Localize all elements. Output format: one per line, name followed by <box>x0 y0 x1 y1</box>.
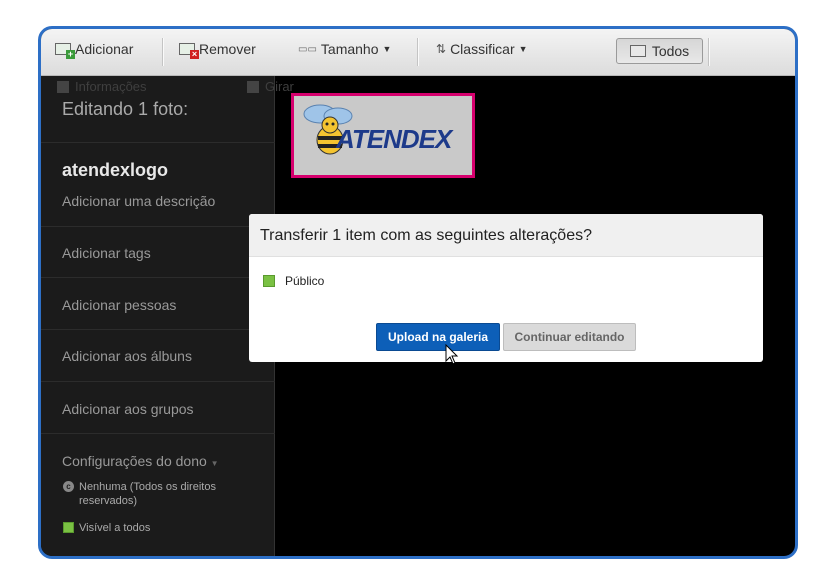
sort-label: Classificar <box>450 41 515 57</box>
info-icon <box>57 80 69 93</box>
remove-button[interactable]: × Remover <box>179 41 256 59</box>
info-button[interactable]: Informações <box>57 79 147 94</box>
chevron-down-icon: ▼ <box>518 44 528 54</box>
add-albums-link[interactable]: Adicionar aos álbuns <box>62 348 192 364</box>
add-description-link[interactable]: Adicionar uma descrição <box>62 193 215 209</box>
visibility-icon <box>63 522 74 533</box>
divider <box>41 226 275 227</box>
editing-title: Editando 1 foto: <box>62 99 189 119</box>
remove-button-label: Remover <box>199 41 256 57</box>
size-label: Tamanho <box>320 41 379 57</box>
continue-editing-button[interactable]: Continuar editando <box>503 323 636 351</box>
add-people-link[interactable]: Adicionar pessoas <box>62 297 176 313</box>
divider <box>41 277 275 278</box>
info-label: Informações <box>75 79 147 94</box>
license-line-2: reservados) <box>79 495 138 507</box>
sort-icon: ⇅ <box>436 42 447 56</box>
select-all-button[interactable]: Todos <box>616 38 703 64</box>
add-button-label: Adicionar <box>75 41 134 57</box>
divider <box>41 329 275 330</box>
toolbar-divider <box>162 38 163 66</box>
photo-thumbnail[interactable]: ATENDEX <box>291 93 475 178</box>
add-button[interactable]: + Adicionar <box>55 41 134 59</box>
dialog-header: Transferir 1 item com as seguintes alter… <box>249 214 763 257</box>
chevron-down-icon: ▼ <box>382 44 392 54</box>
toolbar: + Adicionar × Remover ▭▭ Tamanho ▼ ⇅ Cla… <box>41 29 795 76</box>
size-dropdown[interactable]: ▭▭ Tamanho ▼ <box>298 41 391 57</box>
license-text[interactable]: Nenhuma (Todos os direitos reservados) <box>79 480 216 508</box>
owner-settings-label: Configurações do dono <box>62 453 207 469</box>
toolbar-divider <box>417 38 418 66</box>
public-icon <box>263 275 275 287</box>
upload-confirm-dialog: Transferir 1 item com as seguintes alter… <box>249 214 763 362</box>
divider <box>41 142 275 143</box>
edit-sidebar: Informações Girar Editando 1 foto: atend… <box>41 76 294 556</box>
remove-photo-icon: × <box>179 43 199 59</box>
add-groups-link[interactable]: Adicionar aos grupos <box>62 401 194 417</box>
rotate-label: Girar <box>265 79 294 94</box>
add-photo-icon: + <box>55 43 75 59</box>
add-tags-link[interactable]: Adicionar tags <box>62 245 151 261</box>
select-all-label: Todos <box>651 43 690 59</box>
rotate-button[interactable]: Girar <box>247 79 294 94</box>
logo-text: ATENDEX <box>336 124 452 154</box>
divider <box>41 433 275 434</box>
mouse-cursor-icon <box>445 344 459 365</box>
rotate-icon <box>247 80 259 93</box>
visibility-text[interactable]: Visível a todos <box>79 521 150 535</box>
license-line-1: Nenhuma (Todos os direitos <box>79 481 216 493</box>
photo-title[interactable]: atendexlogo <box>62 160 168 181</box>
divider <box>41 381 275 382</box>
privacy-label: Público <box>285 274 325 288</box>
license-icon: c <box>63 481 74 492</box>
size-icon: ▭▭ <box>298 43 317 55</box>
select-all-icon <box>629 45 646 57</box>
owner-settings-toggle[interactable]: Configurações do dono ▼ <box>62 453 219 469</box>
dialog-title: Transferir 1 item com as seguintes alter… <box>260 227 592 244</box>
chevron-down-icon: ▼ <box>210 459 219 468</box>
toolbar-divider <box>708 38 709 66</box>
upload-button[interactable]: Upload na galeria <box>376 323 500 351</box>
sort-dropdown[interactable]: ⇅ Classificar ▼ <box>436 41 528 57</box>
